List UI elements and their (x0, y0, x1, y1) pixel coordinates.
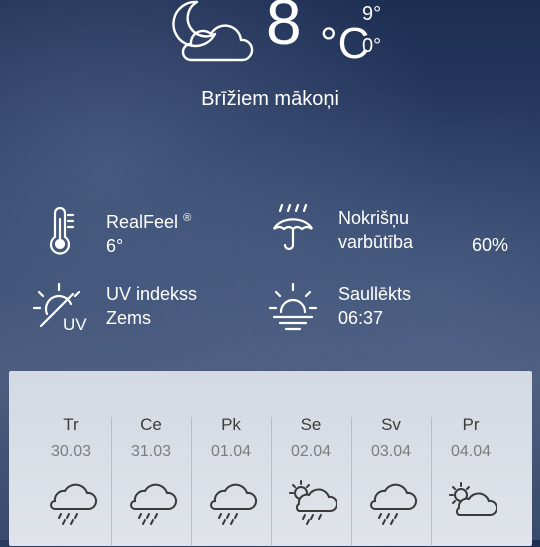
realfeel-label: RealFeel (106, 212, 179, 232)
forecast-day[interactable]: Pk 01.04 (191, 407, 271, 547)
precipitation-label-2: varbūtība (338, 232, 414, 252)
uv-value: Zems (106, 308, 151, 328)
forecast-day-name: Se (300, 415, 322, 434)
condition-text: Brīžiem mākoņi (201, 88, 339, 110)
forecast-day[interactable]: Sv 03.04 (351, 407, 431, 547)
column-divider (431, 417, 432, 547)
forecast-day[interactable]: Pr 04.04 (431, 407, 511, 547)
high-temperature: 9° (362, 3, 382, 25)
precipitation-block: Nokrišņu varbūtība (338, 206, 413, 254)
cloud-rain-icon (50, 483, 97, 525)
cloud-rain-icon (370, 483, 417, 525)
forecast-date: 30.03 (50, 443, 92, 460)
current-weather: 8 °C 9° 0° Brīžiem mākoņi (0, 0, 540, 130)
cloud-rain-icon (210, 483, 257, 525)
forecast-day-name: Pk (221, 415, 241, 434)
sunrise-block: Saullēkts 06:37 (338, 282, 411, 330)
moon-cloud-icon (172, 0, 254, 62)
forecast-day[interactable]: Ce 31.03 (111, 407, 191, 547)
forecast-date: 02.04 (290, 443, 332, 460)
uv-icon: UV (33, 282, 87, 334)
forecast-day-name: Sv (381, 415, 401, 434)
forecast-day-name: Ce (140, 415, 162, 434)
forecast-day-name: Tr (63, 415, 79, 434)
realfeel-block: RealFeel ® 6° (106, 206, 191, 258)
forecast-date: 03.04 (370, 443, 412, 460)
uv-block: UV indekss Zems (106, 282, 197, 330)
cloud-rain-icon (130, 483, 177, 525)
sunrise-label: Saullēkts (338, 284, 412, 304)
precipitation-value: 60% (472, 235, 509, 255)
column-divider (191, 417, 192, 547)
sun-cloud-icon (449, 482, 497, 516)
daily-forecast-panel: Tr 30.03 Ce 31.03 Pk 01.04 Se 02.04 Sv 0… (9, 371, 532, 547)
forecast-date: 04.04 (450, 443, 492, 460)
forecast-date: 31.03 (130, 443, 172, 460)
precipitation-label: Nokrišņu (338, 208, 410, 228)
uv-icon-text: UV (63, 315, 87, 334)
forecast-day[interactable]: Se 02.04 (271, 407, 351, 547)
low-temperature: 0° (362, 35, 382, 57)
current-temperature: 8 (266, 0, 303, 58)
column-divider (111, 417, 112, 547)
registered-mark: ® (183, 212, 192, 224)
umbrella-rain-icon (273, 203, 313, 251)
sun-cloud-rain-icon (289, 480, 337, 525)
forecast-day-name: Pr (462, 415, 480, 434)
uv-label: UV indekss (106, 284, 198, 304)
column-divider (271, 417, 272, 547)
forecast-day[interactable]: Tr 30.03 (31, 407, 111, 547)
column-divider (351, 417, 352, 547)
forecast-date: 01.04 (210, 443, 252, 460)
realfeel-value: 6° (106, 236, 124, 256)
sunrise-icon (268, 282, 318, 331)
sunrise-value: 06:37 (338, 308, 384, 328)
thermometer-icon (49, 206, 75, 255)
